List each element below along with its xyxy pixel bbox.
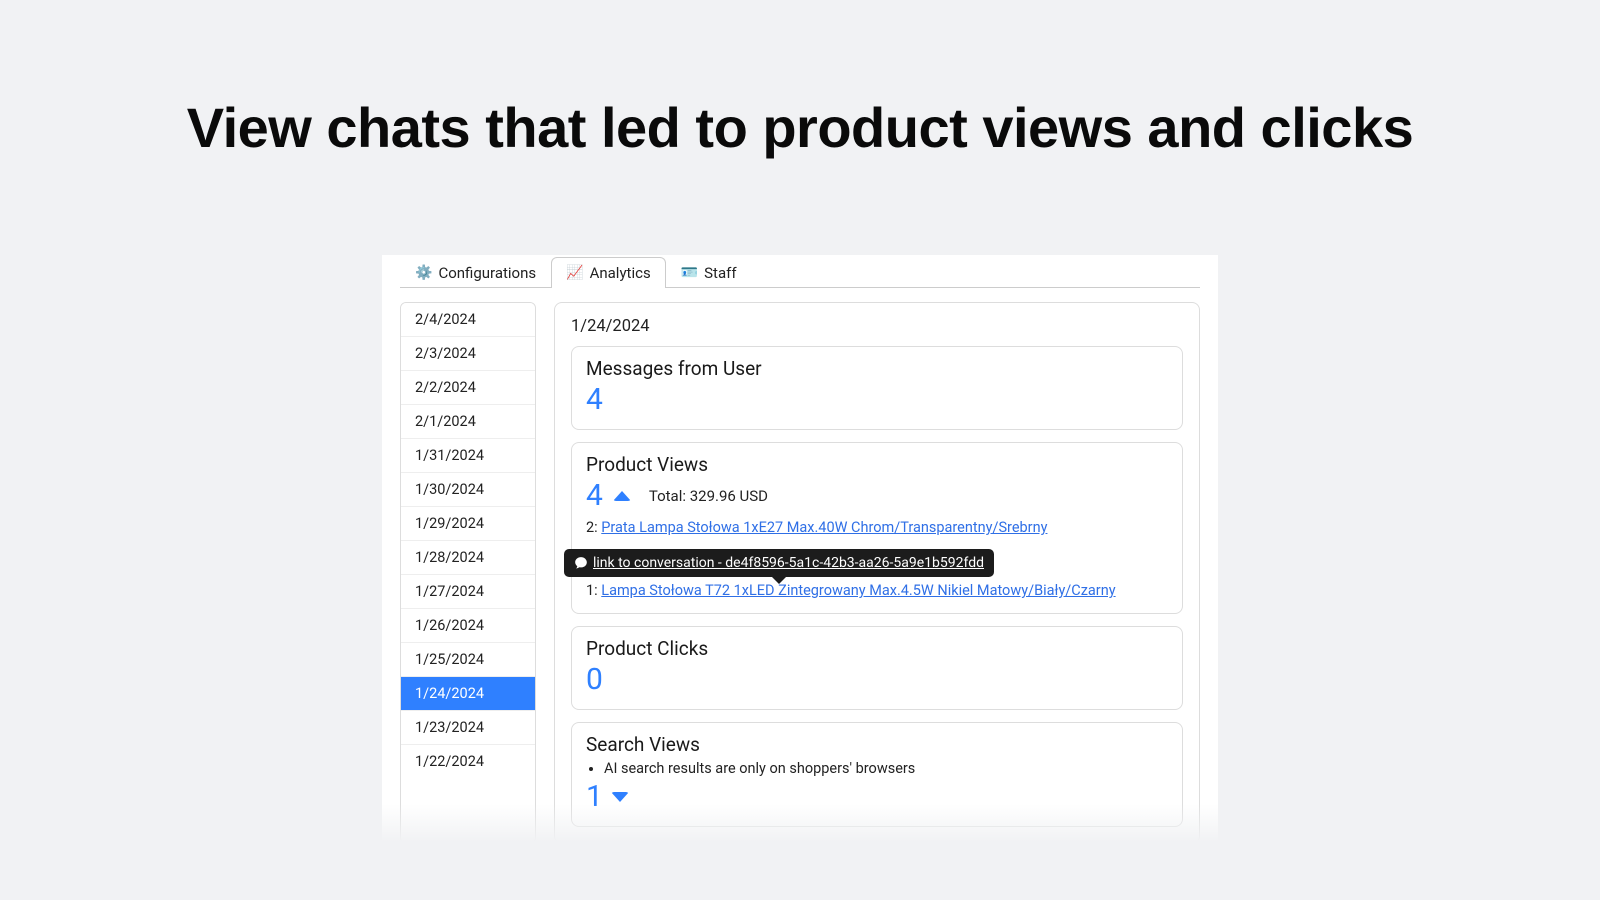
card-product-views: Product Views 4 Total: 329.96 USD 2: Pra… (571, 442, 1183, 614)
card-title: Product Views (586, 453, 1168, 476)
date-item[interactable]: 1/27/2024 (401, 575, 535, 609)
caret-up-icon[interactable] (613, 491, 631, 501)
card-messages: Messages from User 4 (571, 346, 1183, 430)
tab-staff[interactable]: 🪪 Staff (666, 257, 752, 288)
badge-icon: 🪪 (681, 265, 698, 281)
metric-value: 0 (586, 662, 1168, 697)
page-headline: View chats that led to product views and… (0, 0, 1600, 160)
search-views-note: AI search results are only on shoppers' … (604, 760, 1168, 777)
tooltip-text: link to conversation - de4f8596-5a1c-42b… (593, 555, 984, 571)
tab-configurations[interactable]: ⚙️ Configurations (400, 257, 551, 288)
card-title: Search Views (586, 733, 1168, 756)
card-title: Messages from User (586, 357, 1168, 380)
date-item[interactable]: 1/22/2024 (401, 745, 535, 778)
gear-icon: ⚙️ (415, 265, 432, 281)
caret-down-icon[interactable] (611, 792, 629, 802)
product-count-prefix: 2: (586, 519, 601, 536)
date-item[interactable]: 1/30/2024 (401, 473, 535, 507)
product-line-1: 2: Prata Lampa Stołowa 1xE27 Max.40W Chr… (586, 517, 1168, 538)
tab-label: Configurations (438, 264, 536, 282)
chart-icon: 📈 (566, 265, 583, 281)
tab-label: Staff (704, 264, 736, 282)
chat-bubble-icon (574, 556, 588, 570)
date-item[interactable]: 2/1/2024 (401, 405, 535, 439)
product-link-1[interactable]: Prata Lampa Stołowa 1xE27 Max.40W Chrom/… (601, 519, 1047, 536)
date-item[interactable]: 1/28/2024 (401, 541, 535, 575)
total-label: Total: 329.96 USD (649, 487, 768, 505)
tab-analytics[interactable]: 📈 Analytics (551, 257, 666, 288)
detail-panel: 1/24/2024 Messages from User 4 Product V… (554, 302, 1200, 844)
product-link-2[interactable]: Lampa Stołowa T72 1xLED Zintegrowany Max… (601, 582, 1115, 599)
date-item[interactable]: 1/25/2024 (401, 643, 535, 677)
app-container: ⚙️ Configurations 📈 Analytics 🪪 Staff 2/… (382, 255, 1218, 844)
date-item[interactable]: 1/31/2024 (401, 439, 535, 473)
date-item[interactable]: 1/24/2024 (401, 677, 535, 711)
content-row: 2/4/20242/3/20242/2/20242/1/20241/31/202… (400, 288, 1200, 844)
date-list: 2/4/20242/3/20242/2/20242/1/20241/31/202… (400, 302, 536, 844)
panel-date-heading: 1/24/2024 (571, 317, 1183, 336)
tab-bar: ⚙️ Configurations 📈 Analytics 🪪 Staff (400, 255, 1200, 288)
conversation-tooltip[interactable]: link to conversation - de4f8596-5a1c-42b… (564, 549, 994, 577)
date-item[interactable]: 1/29/2024 (401, 507, 535, 541)
metric-value: 1 (586, 779, 603, 814)
card-product-clicks: Product Clicks 0 (571, 626, 1183, 710)
search-views-notes: AI search results are only on shoppers' … (586, 760, 1168, 777)
product-line-2: 1: Lampa Stołowa T72 1xLED Zintegrowany … (586, 580, 1168, 601)
date-item[interactable]: 2/4/2024 (401, 303, 535, 337)
date-item[interactable]: 1/26/2024 (401, 609, 535, 643)
date-item[interactable]: 2/2/2024 (401, 371, 535, 405)
date-item[interactable]: 2/3/2024 (401, 337, 535, 371)
tab-label: Analytics (590, 264, 651, 282)
date-item[interactable]: 1/23/2024 (401, 711, 535, 745)
metric-value: 4 (586, 478, 603, 513)
product-count-prefix: 1: (586, 582, 601, 599)
card-search-views: Search Views AI search results are only … (571, 722, 1183, 827)
card-title: Product Clicks (586, 637, 1168, 660)
metric-value: 4 (586, 382, 1168, 417)
